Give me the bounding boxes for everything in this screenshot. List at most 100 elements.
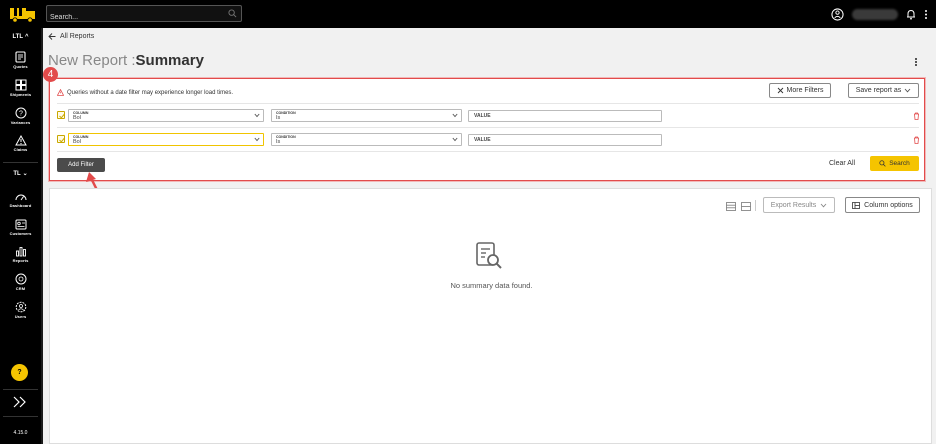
- sidebar-item-label: Users: [14, 314, 27, 319]
- bell-icon[interactable]: [906, 9, 916, 20]
- value-input[interactable]: VALUE: [468, 134, 662, 146]
- sidebar-divider: [3, 389, 38, 390]
- document-search-icon: [476, 242, 502, 269]
- app-version: 4.15.0: [13, 430, 28, 436]
- export-results-button[interactable]: Export Results: [763, 197, 835, 213]
- breadcrumb[interactable]: All Reports: [48, 33, 94, 40]
- toolbar-divider: [755, 200, 756, 211]
- sidebar-item-label: CRM: [15, 286, 26, 291]
- condition-value: Is: [276, 115, 281, 121]
- column-select[interactable]: COLUMN Bol: [68, 133, 264, 146]
- global-search[interactable]: [46, 5, 242, 25]
- page-title: New Report :Summary: [48, 52, 204, 69]
- user-name-pill[interactable]: [852, 8, 898, 20]
- sidebar-item-label: Dashboard: [9, 203, 32, 208]
- sidebar-group-ltl[interactable]: LTL ^: [0, 34, 41, 40]
- warning-icon: [57, 89, 64, 96]
- search-input[interactable]: [47, 10, 217, 25]
- results-panel: Export Results Column options No summary…: [49, 188, 932, 444]
- column-options-label: Column options: [864, 201, 913, 209]
- kebab-menu-icon[interactable]: [924, 9, 928, 20]
- column-value: Bol: [73, 139, 81, 145]
- more-filters-button[interactable]: More Filters: [769, 83, 831, 98]
- filter-row-checkbox[interactable]: [57, 135, 65, 143]
- sidebar-item-label: Shipments: [9, 92, 32, 97]
- chevron-down-icon: [820, 203, 827, 207]
- warning-triangle-icon: [14, 135, 27, 146]
- crm-globe-icon: [15, 273, 26, 285]
- export-results-label: Export Results: [770, 201, 817, 209]
- compact-view-icon[interactable]: [741, 202, 751, 211]
- sidebar-item-quotes[interactable]: Quotes: [0, 51, 41, 69]
- sidebar-item-shipments[interactable]: Shipments: [0, 79, 41, 97]
- user-circle-icon[interactable]: [831, 7, 844, 21]
- sidebar-item-reports[interactable]: Reports: [0, 246, 41, 263]
- page-title-prefix: New Report :: [48, 52, 136, 69]
- filter-row-checkbox[interactable]: [57, 111, 65, 119]
- condition-select[interactable]: CONDITION Is: [271, 133, 462, 146]
- more-filters-label: More Filters: [786, 87, 824, 94]
- column-options-button[interactable]: Column options: [845, 197, 920, 213]
- list-view-icon[interactable]: [726, 202, 736, 211]
- breadcrumb-all-reports[interactable]: All Reports: [60, 33, 94, 40]
- sidebar-item-claims[interactable]: Claims: [0, 135, 41, 152]
- sidebar: LTL ^ Quotes Shipments ? Variances Claims…: [0, 28, 41, 444]
- empty-state-message: No summary data found.: [450, 281, 533, 290]
- save-report-as-button[interactable]: Save report as: [848, 83, 919, 98]
- row-divider: [57, 151, 919, 152]
- sidebar-group-tl[interactable]: TL ⌄: [0, 170, 41, 177]
- filter-panel: Queries without a date filter may experi…: [49, 78, 925, 181]
- chevron-down-icon: [904, 88, 911, 93]
- page-title-main: Summary: [135, 52, 204, 69]
- trash-icon[interactable]: [913, 136, 920, 144]
- condition-select[interactable]: CONDITION Is: [271, 109, 462, 122]
- sidebar-item-users[interactable]: Users: [0, 301, 41, 319]
- sidebar-item-label: Claims: [13, 147, 28, 152]
- help-button[interactable]: ?: [11, 364, 28, 381]
- bar-chart-icon: [15, 247, 26, 257]
- sidebar-item-crm[interactable]: CRM: [0, 273, 41, 291]
- columns-icon: [852, 201, 861, 209]
- svg-text:?: ?: [19, 111, 23, 118]
- search-icon: [879, 160, 886, 167]
- sidebar-item-label: Variances: [10, 120, 31, 125]
- value-input[interactable]: VALUE: [468, 110, 662, 122]
- page-kebab-menu-icon[interactable]: [915, 58, 918, 67]
- sidebar-item-variances[interactable]: ? Variances: [0, 107, 41, 125]
- date-filter-warning: Queries without a date filter may experi…: [57, 89, 233, 96]
- search-button-label: Search: [889, 160, 910, 167]
- expand-sidebar-icon[interactable]: [11, 395, 29, 409]
- box-icon: [15, 79, 26, 91]
- sidebar-item-customers[interactable]: Customers: [0, 219, 41, 236]
- document-icon: [15, 51, 26, 63]
- sidebar-item-dashboard[interactable]: Dashboard: [0, 192, 41, 208]
- clear-all-link[interactable]: Clear All: [829, 160, 855, 167]
- company-logo-icon[interactable]: [9, 5, 37, 23]
- checkmark-icon: [59, 113, 65, 119]
- column-value: Bol: [73, 115, 81, 121]
- chevron-down-icon: [254, 137, 260, 142]
- search-icon[interactable]: [228, 9, 237, 18]
- search-button[interactable]: Search: [870, 156, 919, 171]
- top-right-actions: [831, 5, 928, 23]
- top-bar: [0, 0, 936, 28]
- sidebar-item-label: Quotes: [13, 64, 28, 69]
- row-divider: [57, 127, 919, 128]
- arrow-left-icon[interactable]: [48, 33, 56, 40]
- row-divider: [57, 103, 919, 104]
- sidebar-divider: [3, 162, 38, 163]
- trash-icon[interactable]: [913, 112, 920, 120]
- chevron-down-icon: ⌄: [22, 171, 28, 177]
- id-card-icon: [15, 219, 26, 230]
- chevron-down-icon: [452, 137, 458, 142]
- users-gear-icon: [15, 301, 26, 313]
- sidebar-item-label: Customers: [9, 231, 32, 236]
- sidebar-group-ltl-label: LTL: [12, 34, 24, 40]
- save-report-as-label: Save report as: [855, 87, 902, 94]
- step-badge: 4: [43, 67, 58, 82]
- sidebar-item-label: Reports: [12, 258, 29, 263]
- column-select[interactable]: COLUMN Bol: [68, 109, 264, 122]
- question-circle-icon: ?: [15, 107, 26, 119]
- condition-value: Is: [276, 139, 281, 145]
- gauge-icon: [15, 194, 26, 201]
